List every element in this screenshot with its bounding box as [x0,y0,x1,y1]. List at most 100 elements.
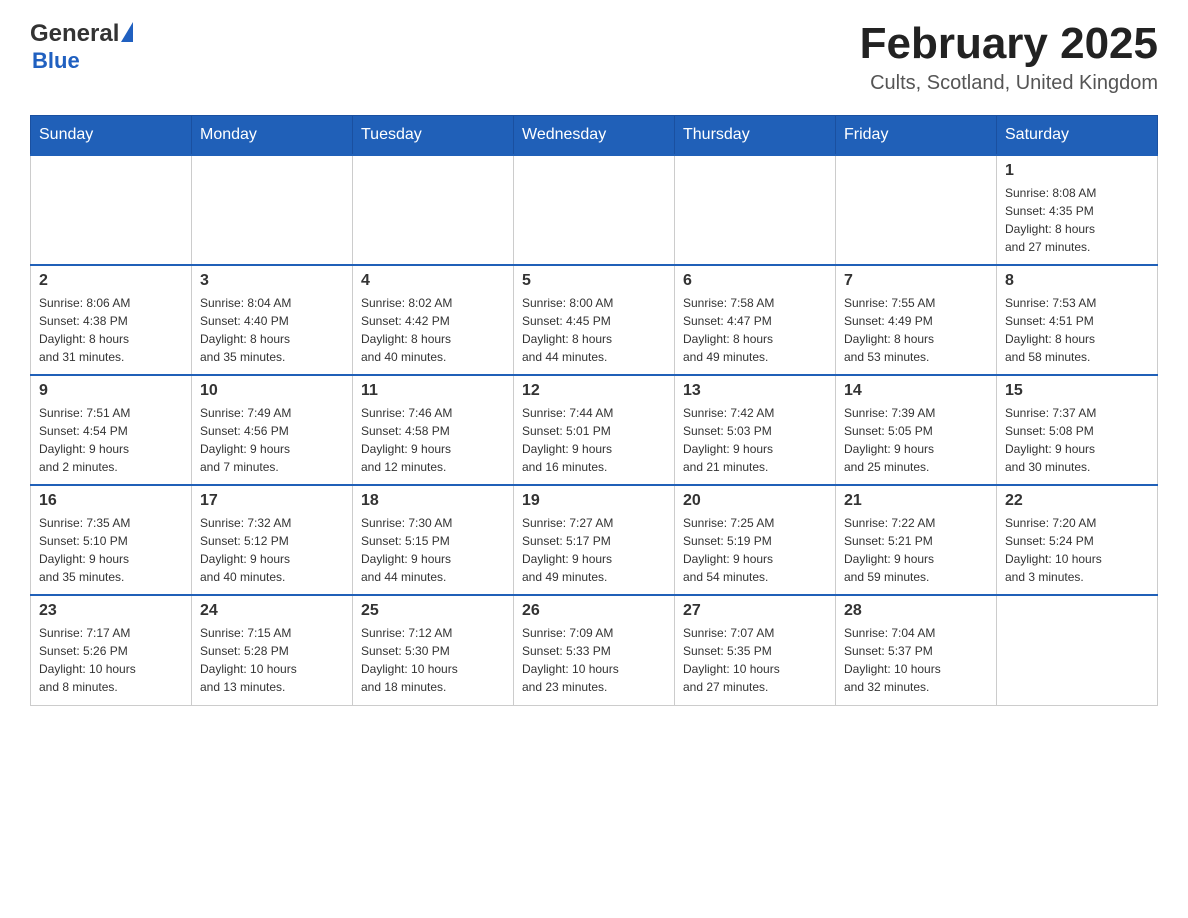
day-info: Sunrise: 7:15 AMSunset: 5:28 PMDaylight:… [200,624,344,696]
day-number: 6 [683,272,827,290]
day-info: Sunrise: 7:30 AMSunset: 5:15 PMDaylight:… [361,514,505,586]
day-info: Sunrise: 7:39 AMSunset: 5:05 PMDaylight:… [844,404,988,476]
day-number: 20 [683,492,827,510]
day-info: Sunrise: 8:00 AMSunset: 4:45 PMDaylight:… [522,294,666,366]
day-number: 14 [844,382,988,400]
day-info: Sunrise: 7:27 AMSunset: 5:17 PMDaylight:… [522,514,666,586]
calendar-cell: 27 Sunrise: 7:07 AMSunset: 5:35 PMDayligh… [675,595,836,705]
calendar-cell: 17 Sunrise: 7:32 AMSunset: 5:12 PMDayligh… [192,485,353,595]
calendar-cell [514,155,675,265]
day-info: Sunrise: 7:32 AMSunset: 5:12 PMDaylight:… [200,514,344,586]
logo-triangle-icon [121,22,133,42]
day-info: Sunrise: 7:42 AMSunset: 5:03 PMDaylight:… [683,404,827,476]
day-number: 7 [844,272,988,290]
day-info: Sunrise: 7:25 AMSunset: 5:19 PMDaylight:… [683,514,827,586]
day-number: 2 [39,272,183,290]
day-number: 9 [39,382,183,400]
logo-blue-text: Blue [32,48,80,74]
day-info: Sunrise: 7:35 AMSunset: 5:10 PMDaylight:… [39,514,183,586]
calendar-header-row: SundayMondayTuesdayWednesdayThursdayFrid… [31,116,1158,156]
day-number: 4 [361,272,505,290]
day-number: 10 [200,382,344,400]
calendar-cell: 13Sunrise: 7:42 AMSunset: 5:03 PMDayligh… [675,375,836,485]
logo-general-text: General [30,20,119,48]
calendar-cell: 20 Sunrise: 7:25 AMSunset: 5:19 PMDayligh… [675,485,836,595]
week-row-2: 2 Sunrise: 8:06 AMSunset: 4:38 PMDaylight… [31,265,1158,375]
day-number: 19 [522,492,666,510]
calendar-cell: 2 Sunrise: 8:06 AMSunset: 4:38 PMDaylight… [31,265,192,375]
week-row-5: 23Sunrise: 7:17 AMSunset: 5:26 PMDayligh… [31,595,1158,705]
calendar-cell: 12 Sunrise: 7:44 AMSunset: 5:01 PMDayligh… [514,375,675,485]
day-info: Sunrise: 7:22 AMSunset: 5:21 PMDaylight:… [844,514,988,586]
calendar-cell: 28Sunrise: 7:04 AMSunset: 5:37 PMDayligh… [836,595,997,705]
header-day-tuesday: Tuesday [353,116,514,156]
calendar-cell: 18 Sunrise: 7:30 AMSunset: 5:15 PMDayligh… [353,485,514,595]
day-info: Sunrise: 8:02 AMSunset: 4:42 PMDaylight:… [361,294,505,366]
header-day-monday: Monday [192,116,353,156]
calendar-cell: 1Sunrise: 8:08 AMSunset: 4:35 PMDaylight… [997,155,1158,265]
calendar-cell: 21Sunrise: 7:22 AMSunset: 5:21 PMDayligh… [836,485,997,595]
day-info: Sunrise: 7:49 AMSunset: 4:56 PMDaylight:… [200,404,344,476]
day-info: Sunrise: 7:12 AMSunset: 5:30 PMDaylight:… [361,624,505,696]
calendar-cell: 25 Sunrise: 7:12 AMSunset: 5:30 PMDayligh… [353,595,514,705]
day-number: 16 [39,492,183,510]
page-header: General Blue February 2025 Cults, Scotla… [30,20,1158,95]
calendar-cell [31,155,192,265]
day-number: 3 [200,272,344,290]
location-title: Cults, Scotland, United Kingdom [860,72,1158,95]
day-number: 17 [200,492,344,510]
header-day-friday: Friday [836,116,997,156]
header-day-thursday: Thursday [675,116,836,156]
day-info: Sunrise: 7:58 AMSunset: 4:47 PMDaylight:… [683,294,827,366]
calendar-cell: 16 Sunrise: 7:35 AMSunset: 5:10 PMDayligh… [31,485,192,595]
week-row-3: 9Sunrise: 7:51 AMSunset: 4:54 PMDaylight… [31,375,1158,485]
day-info: Sunrise: 7:07 AMSunset: 5:35 PMDaylight:… [683,624,827,696]
week-row-4: 16 Sunrise: 7:35 AMSunset: 5:10 PMDayligh… [31,485,1158,595]
calendar-cell: 10 Sunrise: 7:49 AMSunset: 4:56 PMDayligh… [192,375,353,485]
calendar-cell: 24Sunrise: 7:15 AMSunset: 5:28 PMDayligh… [192,595,353,705]
day-info: Sunrise: 7:09 AMSunset: 5:33 PMDaylight:… [522,624,666,696]
calendar-cell: 14 Sunrise: 7:39 AMSunset: 5:05 PMDayligh… [836,375,997,485]
calendar-cell: 26 Sunrise: 7:09 AMSunset: 5:33 PMDayligh… [514,595,675,705]
calendar-cell: 5 Sunrise: 8:00 AMSunset: 4:45 PMDaylight… [514,265,675,375]
header-day-saturday: Saturday [997,116,1158,156]
day-info: Sunrise: 8:04 AMSunset: 4:40 PMDaylight:… [200,294,344,366]
week-row-1: 1Sunrise: 8:08 AMSunset: 4:35 PMDaylight… [31,155,1158,265]
day-number: 1 [1005,162,1149,180]
day-info: Sunrise: 8:06 AMSunset: 4:38 PMDaylight:… [39,294,183,366]
calendar-cell [675,155,836,265]
day-number: 25 [361,602,505,620]
calendar-cell: 15 Sunrise: 7:37 AMSunset: 5:08 PMDayligh… [997,375,1158,485]
day-number: 12 [522,382,666,400]
header-day-sunday: Sunday [31,116,192,156]
calendar-cell [997,595,1158,705]
day-number: 8 [1005,272,1149,290]
calendar-cell: 22Sunrise: 7:20 AMSunset: 5:24 PMDayligh… [997,485,1158,595]
calendar-cell: 4 Sunrise: 8:02 AMSunset: 4:42 PMDaylight… [353,265,514,375]
calendar-cell: 7 Sunrise: 7:55 AMSunset: 4:49 PMDaylight… [836,265,997,375]
calendar-cell [353,155,514,265]
day-info: Sunrise: 7:44 AMSunset: 5:01 PMDaylight:… [522,404,666,476]
day-info: Sunrise: 7:55 AMSunset: 4:49 PMDaylight:… [844,294,988,366]
day-info: Sunrise: 7:20 AMSunset: 5:24 PMDaylight:… [1005,514,1149,586]
logo: General Blue [30,20,133,74]
calendar-table: SundayMondayTuesdayWednesdayThursdayFrid… [30,115,1158,706]
day-number: 26 [522,602,666,620]
day-number: 27 [683,602,827,620]
calendar-cell: 11Sunrise: 7:46 AMSunset: 4:58 PMDayligh… [353,375,514,485]
day-number: 23 [39,602,183,620]
calendar-cell [192,155,353,265]
day-info: Sunrise: 7:04 AMSunset: 5:37 PMDaylight:… [844,624,988,696]
day-info: Sunrise: 7:53 AMSunset: 4:51 PMDaylight:… [1005,294,1149,366]
day-info: Sunrise: 7:37 AMSunset: 5:08 PMDaylight:… [1005,404,1149,476]
calendar-cell: 9Sunrise: 7:51 AMSunset: 4:54 PMDaylight… [31,375,192,485]
day-number: 5 [522,272,666,290]
calendar-cell: 6 Sunrise: 7:58 AMSunset: 4:47 PMDaylight… [675,265,836,375]
header-day-wednesday: Wednesday [514,116,675,156]
month-title: February 2025 [860,20,1158,68]
day-info: Sunrise: 7:46 AMSunset: 4:58 PMDaylight:… [361,404,505,476]
calendar-cell: 3 Sunrise: 8:04 AMSunset: 4:40 PMDaylight… [192,265,353,375]
day-number: 15 [1005,382,1149,400]
day-number: 18 [361,492,505,510]
calendar-cell: 8 Sunrise: 7:53 AMSunset: 4:51 PMDaylight… [997,265,1158,375]
